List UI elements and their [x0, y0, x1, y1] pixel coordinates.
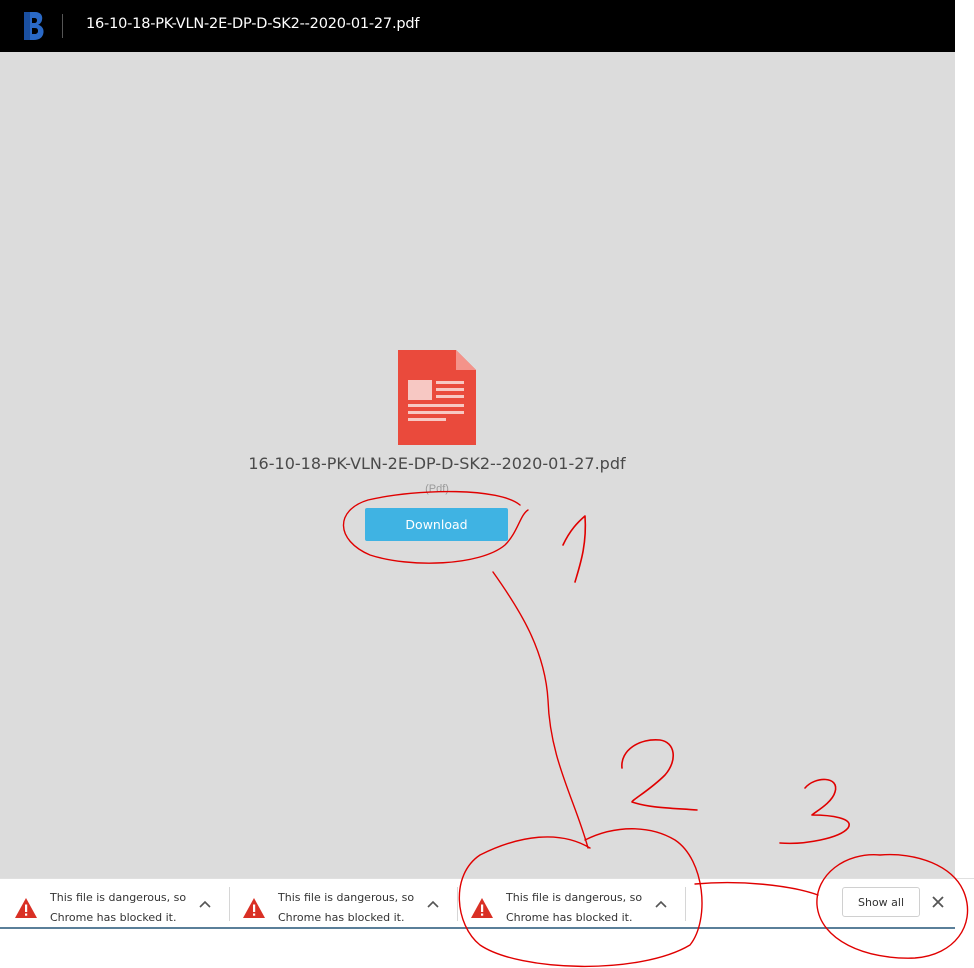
scrollbar-track[interactable] — [955, 0, 974, 878]
download-status-line1: This file is dangerous, so — [506, 891, 643, 904]
chevron-up-icon[interactable] — [654, 897, 668, 911]
warning-icon — [243, 898, 265, 918]
document-title: 16-10-18-PK-VLN-2E-DP-D-SK2--2020-01-27.… — [86, 16, 420, 32]
chevron-up-icon[interactable] — [198, 897, 212, 911]
close-icon[interactable] — [930, 894, 946, 910]
item-divider — [685, 887, 686, 921]
download-status-text: This file is dangerous, so Chrome has bl… — [278, 888, 418, 928]
download-status-line2: Chrome has blocked it. — [50, 911, 177, 924]
show-all-button[interactable]: Show all — [842, 887, 920, 917]
app-logo-icon[interactable] — [22, 11, 46, 41]
pdf-document-icon — [398, 350, 476, 445]
download-status-line2: Chrome has blocked it. — [506, 911, 633, 924]
header-divider — [62, 14, 63, 38]
download-status-text: This file is dangerous, so Chrome has bl… — [506, 888, 646, 928]
top-bar: 16-10-18-PK-VLN-2E-DP-D-SK2--2020-01-27.… — [0, 0, 955, 52]
download-status-line2: Chrome has blocked it. — [278, 911, 405, 924]
download-status-line1: This file is dangerous, so — [278, 891, 415, 904]
download-item[interactable]: This file is dangerous, so Chrome has bl… — [228, 885, 448, 925]
download-status-text: This file is dangerous, so Chrome has bl… — [50, 888, 190, 928]
download-item[interactable]: This file is dangerous, so Chrome has bl… — [0, 885, 220, 925]
warning-icon — [15, 898, 37, 918]
download-status-line1: This file is dangerous, so — [50, 891, 187, 904]
shelf-bottom-border — [0, 927, 955, 929]
file-name: 16-10-18-PK-VLN-2E-DP-D-SK2--2020-01-27.… — [248, 454, 626, 473]
download-button[interactable]: Download — [365, 508, 508, 541]
file-type-label: (Pdf) — [425, 483, 449, 495]
chevron-up-icon[interactable] — [426, 897, 440, 911]
download-item[interactable]: This file is dangerous, so Chrome has bl… — [456, 885, 676, 925]
download-shelf: This file is dangerous, so Chrome has bl… — [0, 878, 974, 931]
warning-icon — [471, 898, 493, 918]
